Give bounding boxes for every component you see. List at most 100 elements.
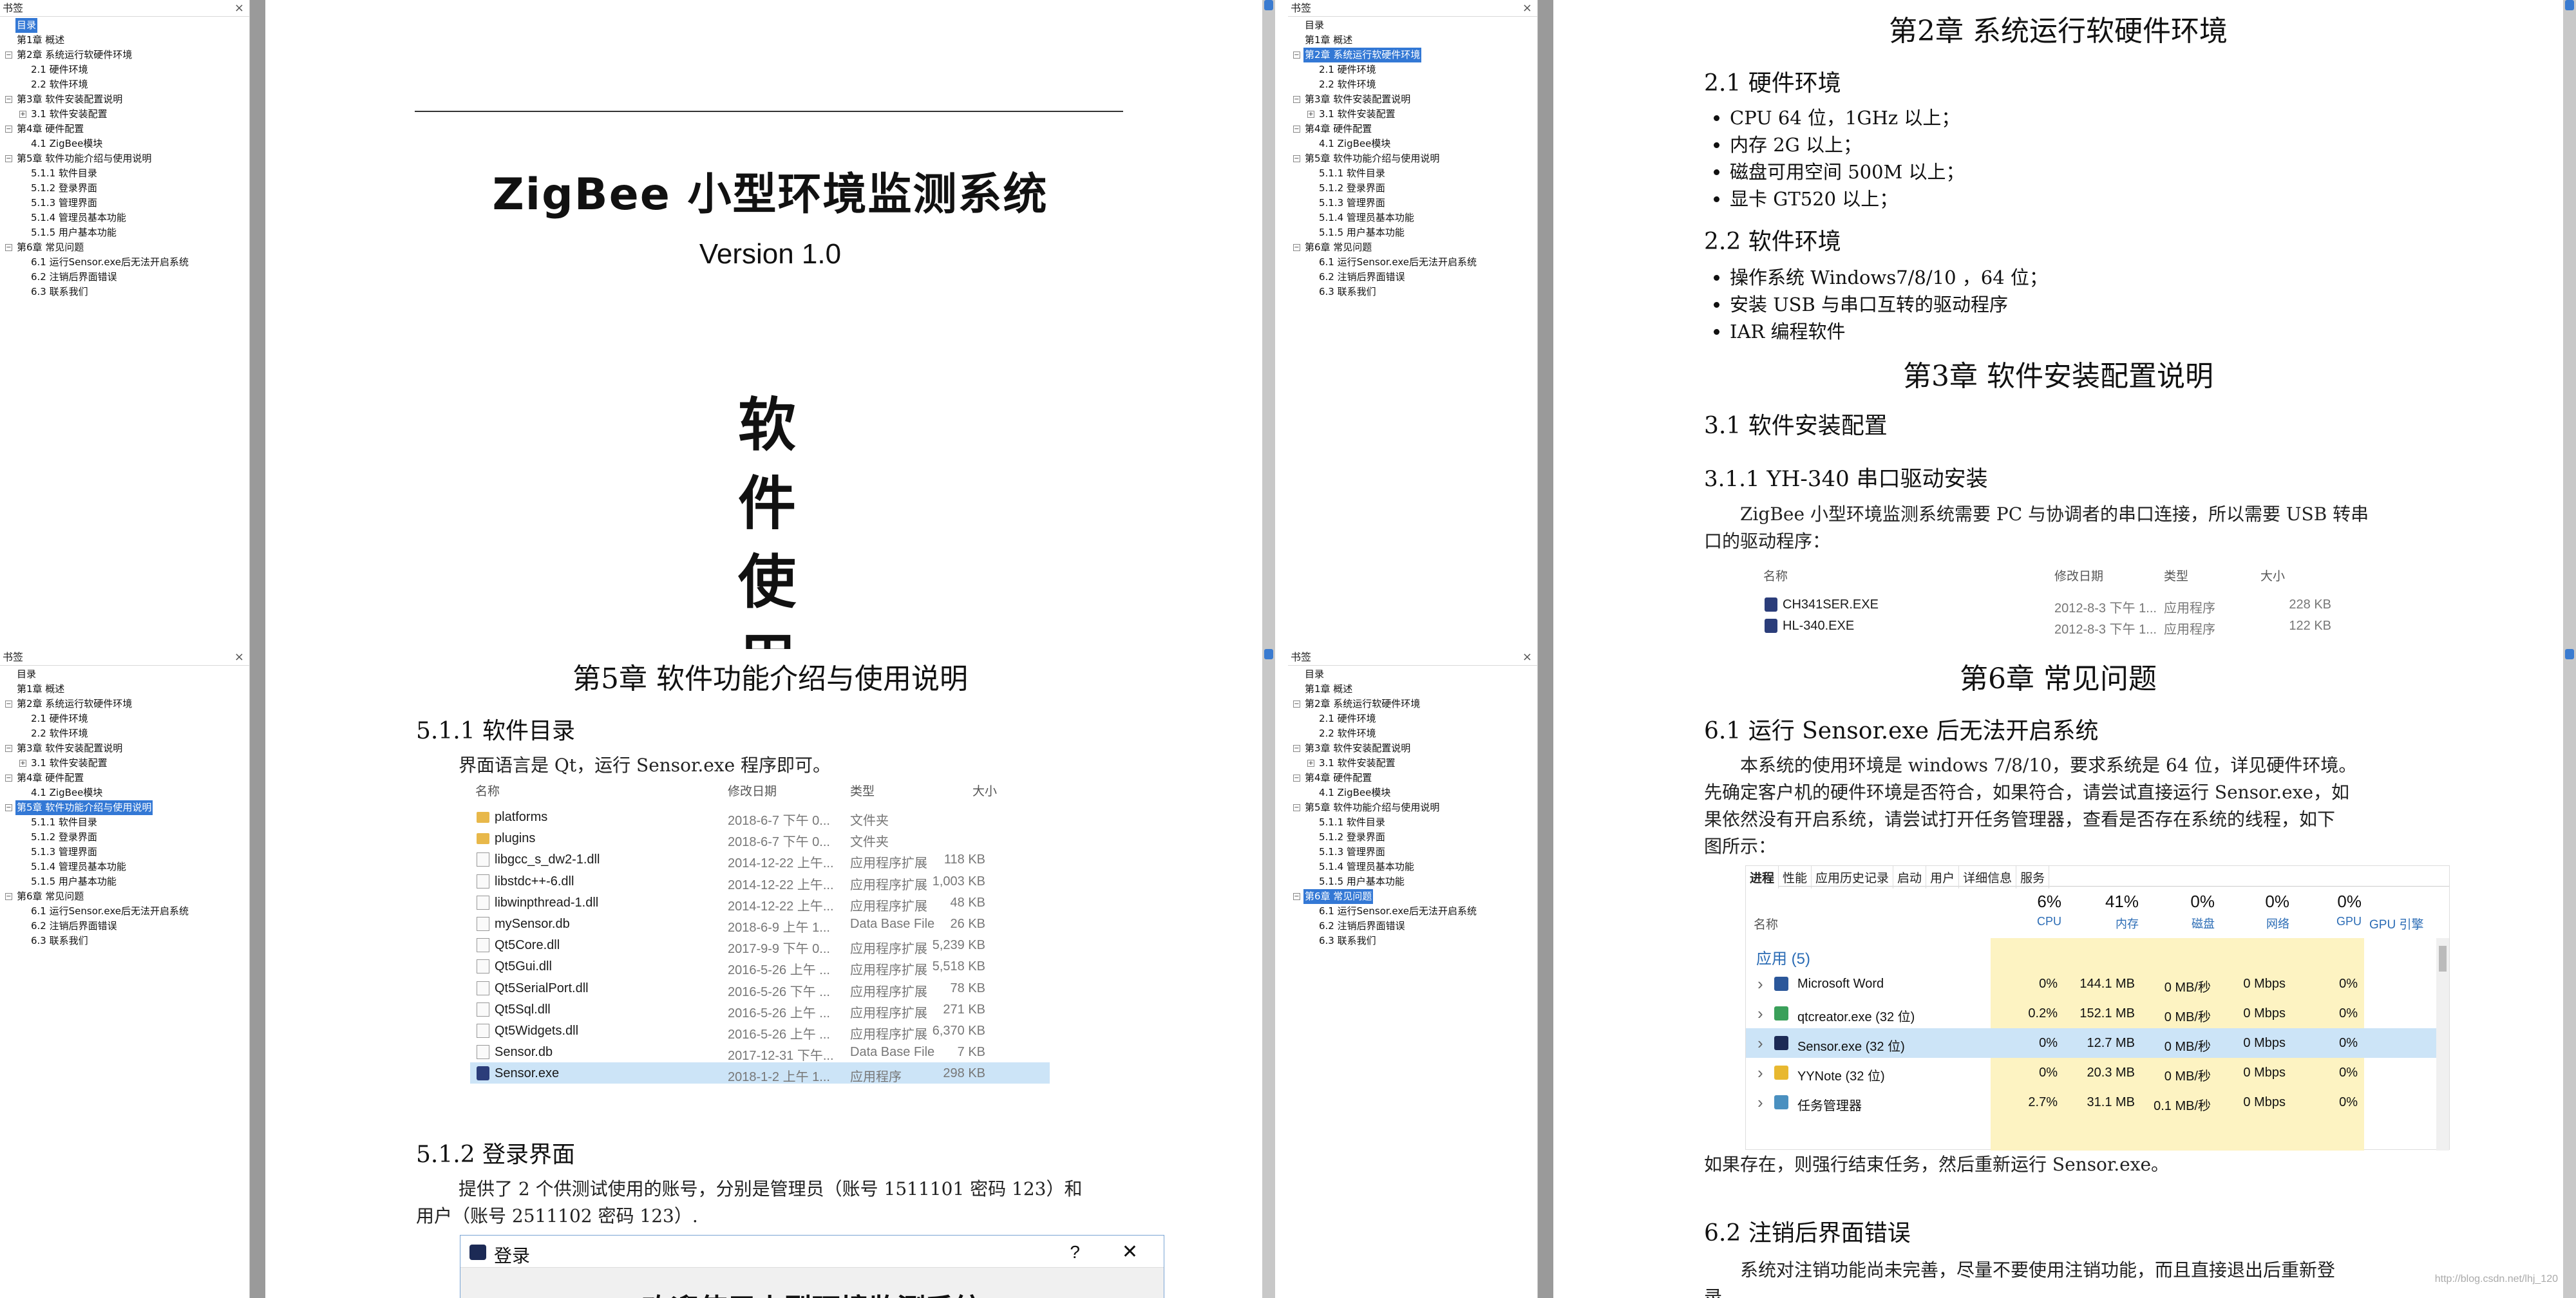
bookmark-item[interactable]: 5.1.1 软件目录 (1292, 166, 1537, 181)
tab-performance[interactable]: 性能 (1779, 866, 1812, 889)
process-row[interactable]: › Sensor.exe (32 位) 0% 12.7 MB 0 MB/秒 0 Mbps 0… (1746, 1028, 2449, 1058)
column-size[interactable]: 大小 (2260, 567, 2285, 584)
bookmark-item[interactable]: 5.1.3 管理界面 (1292, 196, 1537, 211)
tab-details[interactable]: 详细信息 (1959, 866, 2017, 889)
column-disk-percent[interactable]: 0% (2144, 892, 2215, 912)
chevron-right-icon[interactable]: › (1757, 1063, 1763, 1083)
bookmark-item[interactable]: 6.3 联系我们 (1292, 934, 1537, 948)
scrollbar[interactable] (1262, 0, 1275, 649)
bookmark-item[interactable]: − 第6章 常见问题 (4, 889, 249, 904)
bookmark-item[interactable]: 5.1.2 登录界面 (4, 830, 249, 845)
file-row[interactable]: Qt5SerialPort.dll 2016-5-26 下午 ... 应用程序扩展 7… (470, 977, 1050, 999)
process-row[interactable]: › 任务管理器 2.7% 31.1 MB 0.1 MB/秒 0 Mbps 0% (1746, 1087, 2449, 1117)
collapse-icon[interactable]: − (1293, 745, 1300, 752)
column-type[interactable]: 类型 (2164, 567, 2188, 584)
expand-icon[interactable]: + (19, 760, 26, 767)
collapse-icon[interactable]: − (1293, 701, 1300, 708)
collapse-icon[interactable]: − (5, 701, 12, 708)
column-mem-label[interactable]: 内存 (2068, 915, 2139, 932)
column-mem-percent[interactable]: 41% (2068, 892, 2139, 912)
bookmark-item[interactable]: 2.1 硬件环境 (1292, 62, 1537, 77)
collapse-icon[interactable]: − (5, 244, 12, 251)
bookmark-item[interactable]: − 第5章 软件功能介绍与使用说明 (4, 151, 249, 166)
expand-icon[interactable]: + (1307, 111, 1314, 118)
bookmark-item[interactable]: 2.2 软件环境 (4, 77, 249, 92)
bookmark-item[interactable]: +3.1 软件安装配置 (1292, 107, 1537, 122)
bookmark-item[interactable]: 6.1 运行Sensor.exe后无法开启系统 (1292, 255, 1537, 270)
bookmark-item[interactable]: 6.3 联系我们 (1292, 285, 1537, 299)
help-button[interactable]: ? (1070, 1242, 1080, 1263)
tab-users[interactable]: 用户 (1926, 866, 1960, 889)
tab-app-history[interactable]: 应用历史记录 (1812, 866, 1894, 889)
tab-startup[interactable]: 启动 (1893, 866, 1927, 889)
close-icon[interactable]: × (234, 0, 244, 17)
bookmark-item[interactable]: − 第4章 硬件配置 (1292, 122, 1537, 136)
column-gpu-percent[interactable]: 0% (2291, 892, 2362, 912)
bookmark-item[interactable]: 目录 (4, 18, 249, 33)
bookmark-item[interactable]: − 第4章 硬件配置 (4, 122, 249, 136)
bookmark-item[interactable]: 目录 (4, 667, 249, 682)
column-name[interactable]: 名称 (475, 782, 500, 799)
bookmark-item[interactable]: 2.1 硬件环境 (4, 711, 249, 726)
collapse-icon[interactable]: − (5, 893, 12, 900)
column-gpu-engine[interactable]: GPU 引擎 (2369, 915, 2423, 932)
bookmark-item[interactable]: 4.1 ZigBee模块 (4, 136, 249, 151)
column-cpu-label[interactable]: CPU (1991, 915, 2061, 928)
column-disk-label[interactable]: 磁盘 (2144, 915, 2215, 932)
collapse-icon[interactable]: − (5, 96, 12, 103)
bookmark-item[interactable]: 2.2 软件环境 (1292, 77, 1537, 92)
file-row[interactable]: Qt5Core.dll 2017-9-9 下午 0... 应用程序扩展 5,239 K… (470, 934, 1050, 956)
column-name[interactable]: 名称 (1754, 915, 1778, 932)
bookmark-item[interactable]: +3.1 软件安装配置 (1292, 756, 1537, 771)
bookmark-item[interactable]: − 第6章 常见问题 (4, 240, 249, 255)
file-row[interactable]: CH341SER.EXE 2012-8-3 下午 1... 应用程序 228 K… (1758, 594, 2331, 616)
collapse-icon[interactable]: − (1293, 126, 1300, 133)
bookmark-item[interactable]: − 第4章 硬件配置 (4, 771, 249, 785)
file-row[interactable]: Qt5Widgets.dll 2016-5-26 上午 ... 应用程序扩展 6,37… (470, 1020, 1050, 1042)
bookmark-item[interactable]: − 第2章 系统运行软硬件环境 (4, 48, 249, 62)
bookmark-item[interactable]: − 第3章 软件安装配置说明 (4, 92, 249, 107)
bookmark-item[interactable]: − 第5章 软件功能介绍与使用说明 (4, 800, 249, 815)
vertical-scrollbar[interactable] (2436, 938, 2449, 1151)
chevron-right-icon[interactable]: › (1757, 974, 1763, 994)
collapse-icon[interactable]: − (5, 126, 12, 133)
column-date[interactable]: 修改日期 (2054, 567, 2103, 584)
bookmark-item[interactable]: − 第4章 硬件配置 (1292, 771, 1537, 785)
tab-services[interactable]: 服务 (2016, 866, 2050, 889)
bookmark-item[interactable]: 第1章 概述 (4, 682, 249, 697)
file-row[interactable]: Sensor.db 2017-12-31 下午... Data Base File 7… (470, 1041, 1050, 1063)
bookmark-item[interactable]: 5.1.5 用户基本功能 (4, 225, 249, 240)
bookmark-item[interactable]: − 第3章 软件安装配置说明 (1292, 92, 1537, 107)
collapse-icon[interactable]: − (1293, 244, 1300, 251)
bookmark-item[interactable]: 目录 (1292, 667, 1537, 682)
bookmark-item[interactable]: 6.2 注销后界面错误 (1292, 919, 1537, 934)
bookmark-item[interactable]: 2.1 硬件环境 (1292, 711, 1537, 726)
process-group[interactable]: 应用 (5) (1756, 946, 1810, 968)
column-size[interactable]: 大小 (972, 782, 997, 799)
bookmark-item[interactable]: − 第2章 系统运行软硬件环境 (1292, 48, 1537, 62)
bookmark-item[interactable]: 5.1.2 登录界面 (1292, 181, 1537, 196)
tab-processes[interactable]: 进程 (1746, 866, 1779, 889)
collapse-icon[interactable]: − (1293, 52, 1300, 59)
file-row[interactable]: Sensor.exe 2018-1-2 上午 1... 应用程序 298 KB (470, 1062, 1050, 1084)
bookmark-item[interactable]: 5.1.1 软件目录 (4, 166, 249, 181)
bookmark-item[interactable]: − 第2章 系统运行软硬件环境 (4, 697, 249, 711)
bookmark-item[interactable]: 5.1.3 管理界面 (4, 196, 249, 211)
bookmark-item[interactable]: 5.1.4 管理员基本功能 (1292, 860, 1537, 874)
collapse-icon[interactable]: − (5, 52, 12, 59)
collapse-icon[interactable]: − (5, 775, 12, 782)
bookmark-item[interactable]: − 第2章 系统运行软硬件环境 (1292, 697, 1537, 711)
bookmark-item[interactable]: 5.1.1 软件目录 (1292, 815, 1537, 830)
bookmark-item[interactable]: 6.2 注销后界面错误 (4, 270, 249, 285)
chevron-right-icon[interactable]: › (1757, 1093, 1763, 1113)
column-type[interactable]: 类型 (850, 782, 875, 799)
bookmark-item[interactable]: 5.1.5 用户基本功能 (4, 874, 249, 889)
bookmark-item[interactable]: 2.2 软件环境 (4, 726, 249, 741)
bookmark-item[interactable]: 6.1 运行Sensor.exe后无法开启系统 (1292, 904, 1537, 919)
bookmark-item[interactable]: 5.1.4 管理员基本功能 (4, 860, 249, 874)
bookmark-item[interactable]: 5.1.1 软件目录 (4, 815, 249, 830)
scrollbar[interactable] (2563, 0, 2576, 649)
bookmark-item[interactable]: 6.1 运行Sensor.exe后无法开启系统 (4, 904, 249, 919)
bookmark-item[interactable]: 第1章 概述 (1292, 33, 1537, 48)
process-row[interactable]: › Microsoft Word 0% 144.1 MB 0 MB/秒 0 Mbps 0% (1746, 969, 2449, 999)
